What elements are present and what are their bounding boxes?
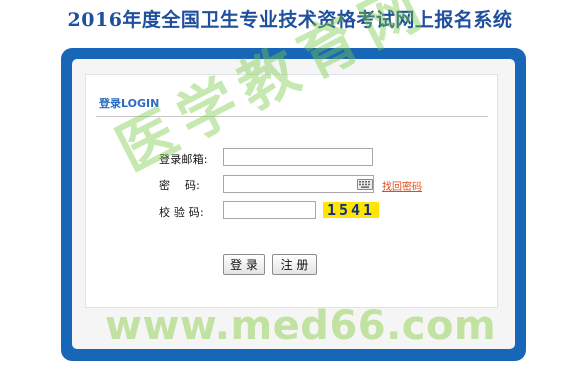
captcha-label: 校 验 码:: [159, 206, 204, 219]
captcha-image[interactable]: 1541: [323, 202, 379, 218]
email-label: 登录邮箱:: [159, 153, 208, 166]
page-title: 2016年度全国卫生专业技术资格考试网上报名系统: [67, 9, 513, 31]
register-button[interactable]: 注 册: [272, 254, 317, 275]
section-divider: [96, 116, 488, 117]
password-field[interactable]: [223, 175, 374, 193]
section-title: 登录LOGIN: [99, 97, 160, 110]
password-label: 密 码:: [159, 179, 201, 192]
login-button[interactable]: 登 录: [223, 254, 265, 275]
forgot-password-link[interactable]: 找回密码: [382, 178, 422, 193]
email-field[interactable]: [223, 148, 373, 166]
captcha-field[interactable]: [223, 201, 316, 219]
keyboard-icon[interactable]: [357, 179, 373, 190]
